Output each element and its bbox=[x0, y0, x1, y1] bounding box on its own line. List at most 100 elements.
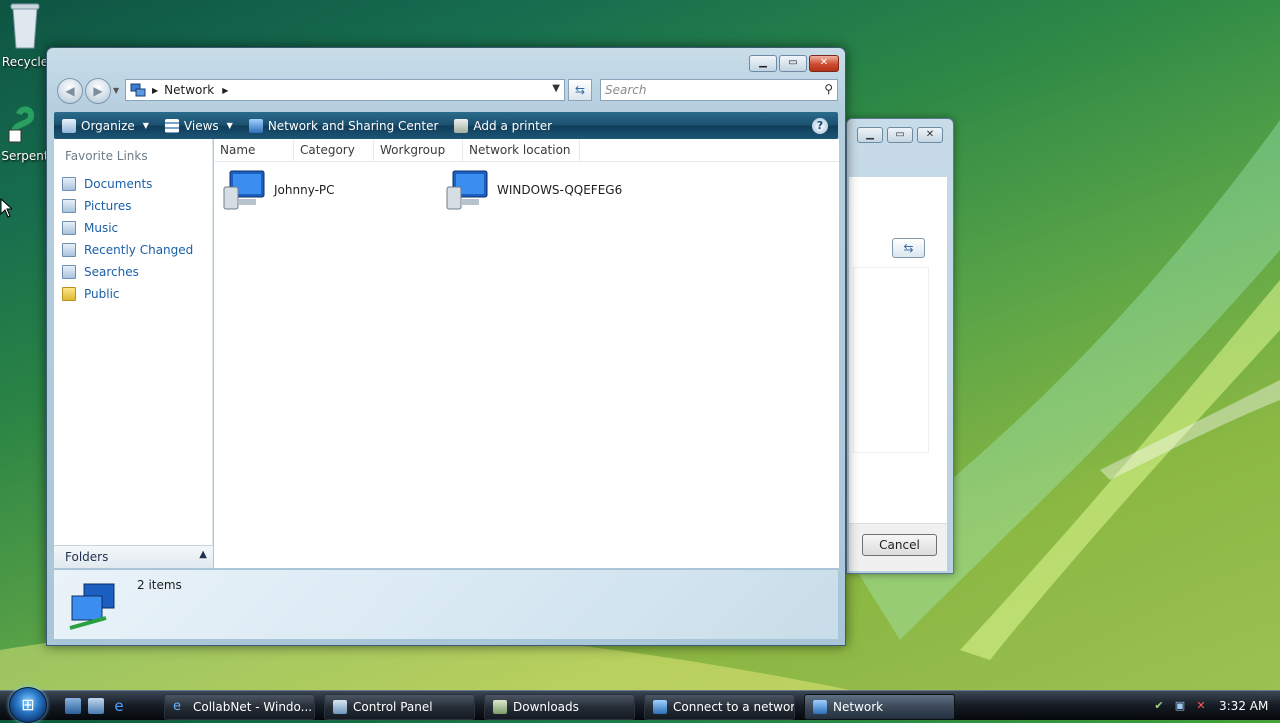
start-button[interactable]: ⊞ bbox=[9, 687, 47, 723]
search-icon[interactable]: ⚲ bbox=[824, 82, 833, 96]
desktop-icon-label: Recycle bbox=[1, 55, 49, 69]
favorite-link-documents[interactable]: Documents bbox=[54, 173, 212, 195]
column-header-network-location[interactable]: Network location bbox=[463, 139, 580, 162]
file-list-pane: Name Category Workgroup Network location… bbox=[214, 139, 839, 568]
favorite-link-label: Documents bbox=[84, 177, 153, 191]
folder-icon bbox=[62, 287, 76, 301]
item-label: WINDOWS-QQEFEG6 bbox=[497, 183, 623, 197]
column-header-workgroup[interactable]: Workgroup bbox=[374, 139, 463, 162]
dialog-minimize-button[interactable]: ▁ bbox=[857, 127, 883, 143]
connect-to-network-dialog: ▁ ▭ ✕ ⇆ Cancel bbox=[846, 118, 954, 574]
favorite-link-label: Recently Changed bbox=[84, 243, 194, 257]
organize-icon bbox=[62, 118, 76, 133]
refresh-button[interactable]: ⇆ bbox=[568, 79, 592, 101]
network-explorer-window: ▁ ▭ ✕ ◀ ▶ ▼ ▶ Network ▶ ▼ ⇆ Search ⚲ Org… bbox=[46, 47, 846, 646]
search-placeholder: Search bbox=[605, 83, 647, 97]
taskbar-button-collabnet[interactable]: e CollabNet - Windo... bbox=[164, 694, 315, 720]
breadcrumb-arrow-icon[interactable]: ▶ bbox=[222, 86, 228, 95]
chevron-down-icon: ▼ bbox=[226, 121, 233, 130]
favorite-link-music[interactable]: Music bbox=[54, 217, 212, 239]
chevron-up-icon: ▲ bbox=[199, 549, 207, 560]
volume-muted-icon[interactable]: ✕ bbox=[1194, 699, 1208, 713]
network-sharing-label: Network and Sharing Center bbox=[267, 118, 439, 133]
dialog-footer: Cancel bbox=[849, 523, 947, 571]
dialog-close-button[interactable]: ✕ bbox=[917, 127, 943, 143]
computer-icon bbox=[223, 170, 265, 210]
desktop-icon-recycle-bin[interactable]: Recycle bbox=[0, 2, 50, 69]
desktop-icon-serpent[interactable]: Serpent bbox=[0, 104, 50, 163]
cancel-button[interactable]: Cancel bbox=[862, 534, 937, 556]
dialog-maximize-button[interactable]: ▭ bbox=[887, 127, 913, 143]
mouse-cursor-icon bbox=[0, 198, 12, 218]
views-button[interactable]: Views ▼ bbox=[157, 112, 241, 139]
close-button[interactable]: ✕ bbox=[809, 55, 839, 72]
network-computer-item[interactable]: WINDOWS-QQEFEG6 bbox=[445, 169, 622, 211]
favorite-link-recently-changed[interactable]: Recently Changed bbox=[54, 239, 212, 261]
favorite-link-label: Searches bbox=[84, 265, 139, 279]
navigation-pane: Favorite Links Documents Pictures Music … bbox=[54, 139, 213, 568]
safely-remove-hardware-icon[interactable]: ✔ bbox=[1152, 699, 1166, 713]
organize-label: Organize bbox=[81, 118, 135, 133]
breadcrumb-network[interactable]: Network bbox=[164, 83, 214, 97]
views-label: Views bbox=[183, 118, 219, 133]
caption-buttons: ▁ ▭ ✕ bbox=[749, 55, 839, 72]
folders-label: Folders bbox=[65, 550, 109, 564]
address-dropdown-icon[interactable]: ▼ bbox=[552, 83, 560, 94]
command-bar: Organize ▼ Views ▼ Network and Sharing C… bbox=[54, 112, 838, 139]
column-header-category[interactable]: Category bbox=[294, 139, 374, 162]
switch-windows-icon[interactable] bbox=[88, 698, 104, 714]
add-printer-label: Add a printer bbox=[473, 118, 553, 133]
show-desktop-icon[interactable] bbox=[65, 698, 81, 714]
item-label: Johnny-PC bbox=[274, 183, 335, 197]
address-bar[interactable]: ▶ Network ▶ ▼ bbox=[125, 79, 565, 101]
task-label: Downloads bbox=[513, 700, 579, 714]
favorite-link-label: Public bbox=[84, 287, 120, 301]
maximize-button[interactable]: ▭ bbox=[779, 55, 807, 72]
task-label: Network bbox=[833, 700, 884, 714]
column-header-name[interactable]: Name bbox=[214, 139, 294, 162]
breadcrumb-arrow-icon[interactable]: ▶ bbox=[152, 86, 158, 95]
network-large-icon bbox=[69, 583, 115, 630]
search-input[interactable]: Search ⚲ bbox=[600, 79, 838, 101]
task-label: Control Panel bbox=[353, 700, 433, 714]
recently-changed-icon bbox=[62, 243, 76, 257]
forward-button[interactable]: ▶ bbox=[85, 78, 111, 104]
system-tray: ✔ ▣ ✕ 3:32 AM bbox=[1144, 691, 1280, 721]
taskbar-button-network[interactable]: Network bbox=[804, 694, 955, 720]
network-sharing-center-button[interactable]: Network and Sharing Center bbox=[241, 112, 447, 139]
internet-explorer-icon: e bbox=[173, 699, 181, 714]
computer-icon bbox=[446, 170, 488, 210]
folders-toggle[interactable]: Folders ▲ bbox=[54, 545, 213, 568]
favorite-link-public[interactable]: Public bbox=[54, 283, 212, 305]
task-label: CollabNet - Windo... bbox=[193, 700, 313, 714]
dialog-refresh-button[interactable]: ⇆ bbox=[892, 238, 925, 258]
clock[interactable]: 3:32 AM bbox=[1219, 699, 1268, 713]
add-printer-button[interactable]: Add a printer bbox=[446, 112, 560, 139]
minimize-button[interactable]: ▁ bbox=[749, 55, 777, 72]
network-icon bbox=[813, 700, 827, 714]
back-button[interactable]: ◀ bbox=[57, 78, 83, 104]
help-icon[interactable]: ? bbox=[812, 118, 828, 134]
organize-button[interactable]: Organize ▼ bbox=[54, 112, 157, 139]
recent-pages-dropdown[interactable]: ▼ bbox=[113, 86, 119, 95]
network-status-icon[interactable]: ▣ bbox=[1173, 699, 1187, 713]
network-sharing-icon bbox=[248, 118, 263, 133]
taskbar-button-connect-to-network[interactable]: Connect to a network bbox=[644, 694, 795, 720]
network-connect-icon bbox=[653, 700, 667, 714]
taskbar-button-downloads[interactable]: Downloads bbox=[484, 694, 635, 720]
pictures-icon bbox=[62, 199, 76, 213]
favorite-links-list: Documents Pictures Music Recently Change… bbox=[54, 173, 212, 305]
chevron-down-icon: ▼ bbox=[142, 121, 149, 130]
refresh-icon: ⇆ bbox=[574, 83, 586, 97]
internet-explorer-icon[interactable]: e bbox=[111, 698, 127, 714]
documents-icon bbox=[62, 177, 76, 191]
favorite-link-pictures[interactable]: Pictures bbox=[54, 195, 212, 217]
recycle-bin-icon bbox=[10, 3, 40, 49]
serpent-icon bbox=[8, 106, 34, 143]
dialog-network-list[interactable] bbox=[853, 267, 929, 453]
network-computer-item[interactable]: Johnny-PC bbox=[222, 169, 335, 211]
windows-logo-icon: ⊞ bbox=[21, 695, 35, 714]
taskbar-button-control-panel[interactable]: Control Panel bbox=[324, 694, 475, 720]
views-icon bbox=[164, 118, 179, 133]
favorite-link-searches[interactable]: Searches bbox=[54, 261, 212, 283]
